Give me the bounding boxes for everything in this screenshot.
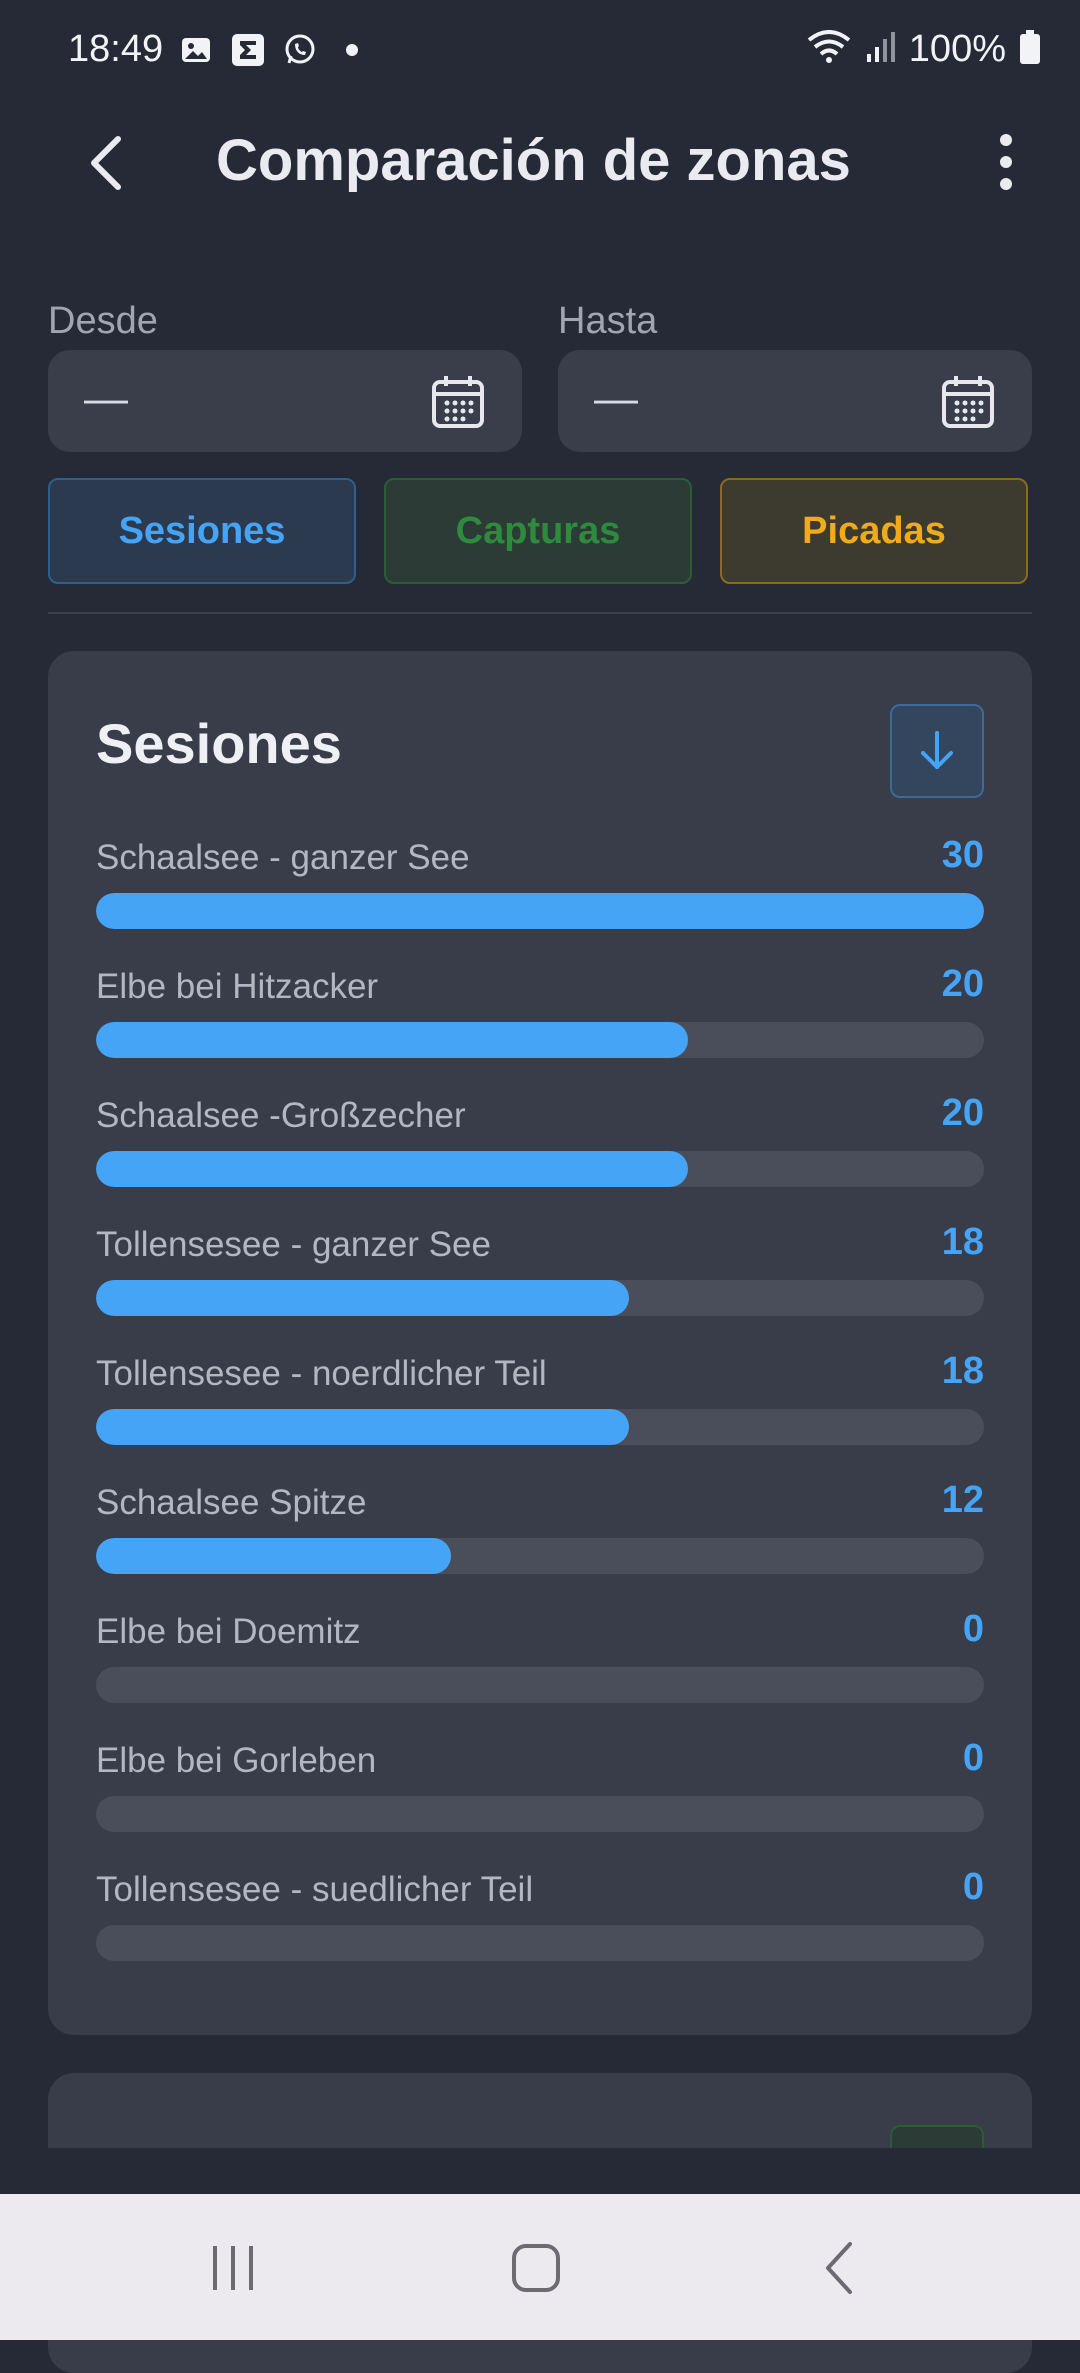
zone-bar-track — [96, 1925, 984, 1961]
system-back-button[interactable] — [800, 2236, 880, 2300]
zone-name: Elbe bei Gorleben — [96, 1741, 377, 1780]
zone-bar-fill — [96, 1409, 629, 1445]
status-time: 18:49 — [68, 28, 164, 70]
home-button[interactable] — [496, 2236, 576, 2300]
image-icon — [178, 32, 214, 68]
zone-row: Elbe bei Hitzacker 20 — [96, 963, 984, 1077]
status-bar: 18:49 100% — [0, 0, 1080, 105]
zone-bar-track — [96, 1022, 984, 1058]
zone-bar-track — [96, 1667, 984, 1703]
zone-value: 12 — [941, 1479, 984, 1521]
sigma-icon — [230, 32, 266, 68]
card-title: Sesiones — [96, 712, 342, 775]
page-title: Comparación de zonas — [216, 128, 851, 193]
to-date-field[interactable]: — — [558, 350, 1032, 452]
zone-name: Schaalsee Spitze — [96, 1483, 367, 1522]
zone-value: 18 — [941, 1221, 984, 1263]
zone-name: Tollensesee - ganzer See — [96, 1225, 491, 1264]
filter-sesiones-button[interactable]: Sesiones — [48, 478, 356, 584]
from-label: Desde — [48, 300, 158, 342]
more-options-button[interactable] — [976, 127, 1036, 197]
from-date-field[interactable]: — — [48, 350, 522, 452]
home-icon — [512, 2244, 560, 2292]
recents-icon — [213, 2246, 253, 2290]
recents-button[interactable] — [193, 2236, 273, 2300]
zone-name: Tollensesee - suedlicher Teil — [96, 1870, 534, 1909]
zone-value: 0 — [962, 1866, 984, 1908]
battery-level: 100% — [908, 28, 1006, 70]
zone-value: 0 — [962, 1608, 984, 1650]
zone-bar-track — [96, 1538, 984, 1574]
filter-capturas-button[interactable]: Capturas — [384, 478, 692, 584]
to-date-value: — — [594, 374, 638, 423]
zone-bar-track — [96, 893, 984, 929]
navigation-bar — [0, 2194, 1080, 2340]
back-arrow-icon — [91, 136, 121, 190]
zone-bar-fill — [96, 893, 984, 929]
sessions-card: Sesiones Schaalsee - ganzer See 30 Elbe … — [48, 651, 1032, 2035]
wifi-icon — [807, 30, 851, 69]
zone-row: Tollensesee - noerdlicher Teil 18 — [96, 1350, 984, 1464]
to-label: Hasta — [558, 300, 658, 342]
zone-value: 20 — [941, 1092, 984, 1134]
notification-icons — [178, 32, 370, 68]
zone-row: Schaalsee -Großzecher 20 — [96, 1092, 984, 1206]
zone-value: 20 — [941, 963, 984, 1005]
zone-name: Elbe bei Hitzacker — [96, 967, 379, 1006]
zone-value: 30 — [941, 834, 984, 876]
zone-row: Schaalsee Spitze 12 — [96, 1479, 984, 1593]
content-bottom-edge — [0, 2148, 1080, 2194]
zone-row: Elbe bei Gorleben 0 — [96, 1737, 984, 1851]
zone-row: Tollensesee - ganzer See 18 — [96, 1221, 984, 1335]
zone-bar-track — [96, 1280, 984, 1316]
zone-value: 18 — [941, 1350, 984, 1392]
whatsapp-icon — [282, 32, 318, 68]
system-status: 100% — [807, 28, 1040, 71]
zone-name: Elbe bei Doemitz — [96, 1612, 361, 1651]
app-bar: Comparación de zonas — [0, 105, 1080, 220]
calendar-icon[interactable] — [940, 374, 996, 430]
zone-bar-track — [96, 1409, 984, 1445]
zone-bar-fill — [96, 1151, 688, 1187]
from-date-value: — — [84, 374, 128, 423]
zone-row: Schaalsee - ganzer See 30 — [96, 834, 984, 948]
calendar-icon[interactable] — [430, 374, 486, 430]
zone-bar-fill — [96, 1280, 629, 1316]
zone-name: Schaalsee - ganzer See — [96, 838, 470, 877]
back-button[interactable] — [76, 133, 136, 193]
zone-row: Tollensesee - suedlicher Teil 0 — [96, 1866, 984, 1980]
zone-row: Elbe bei Doemitz 0 — [96, 1608, 984, 1722]
zone-bar-track — [96, 1796, 984, 1832]
dot-icon — [334, 32, 370, 68]
zone-name: Schaalsee -Großzecher — [96, 1096, 466, 1135]
zone-name: Tollensesee - noerdlicher Teil — [96, 1354, 547, 1393]
more-vertical-icon — [1000, 134, 1012, 190]
zone-value: 0 — [962, 1737, 984, 1779]
sort-button[interactable] — [890, 704, 984, 798]
signal-icon — [865, 30, 895, 69]
filter-picadas-button[interactable]: Picadas — [720, 478, 1028, 584]
zone-bar-fill — [96, 1022, 688, 1058]
zone-bar-track — [96, 1151, 984, 1187]
zone-bar-fill — [96, 1538, 452, 1574]
divider — [48, 612, 1032, 614]
arrow-down-icon — [921, 731, 953, 769]
battery-icon — [1020, 30, 1040, 69]
nav-back-icon — [826, 2242, 852, 2294]
